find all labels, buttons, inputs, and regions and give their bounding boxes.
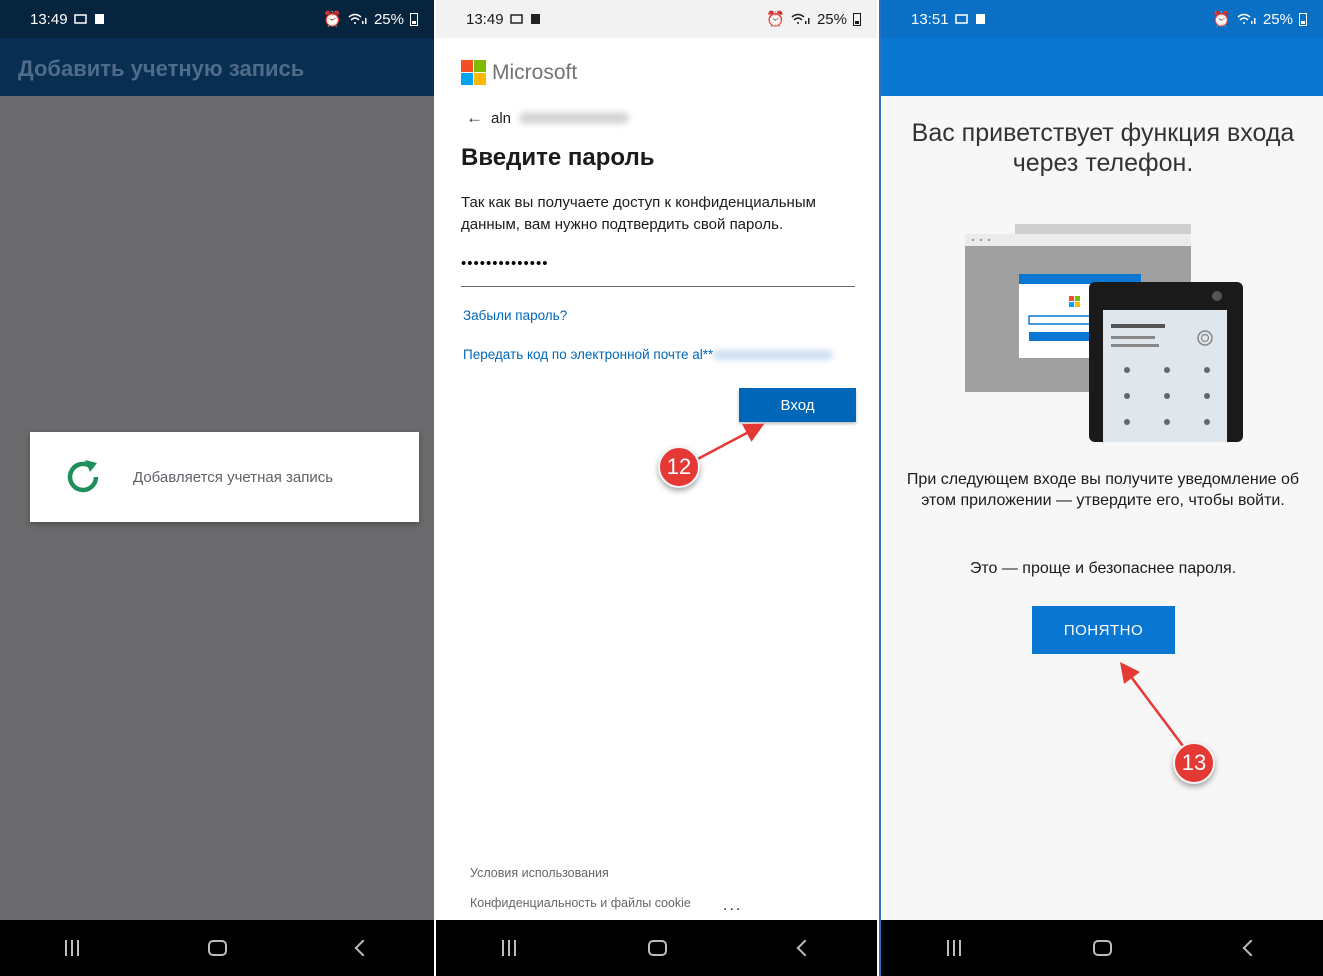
annotation-arrow bbox=[691, 423, 765, 464]
recent-apps-button[interactable] bbox=[64, 940, 79, 956]
terms-of-use-link[interactable]: Условия использования bbox=[470, 866, 609, 880]
battery-percent: 25% bbox=[373, 10, 404, 28]
device-icon bbox=[94, 14, 104, 24]
battery-icon bbox=[410, 12, 418, 26]
phone-screen-adding-account: 13:49 ⏰ 25% Добавить учетную запись Доба… bbox=[0, 0, 434, 976]
system-nav-bar bbox=[881, 920, 1323, 976]
more-options-button[interactable]: ... bbox=[723, 897, 742, 915]
privacy-cookies-link[interactable]: Конфиденциальность и файлы cookie bbox=[470, 896, 691, 910]
recent-apps-button[interactable] bbox=[947, 940, 962, 956]
step-callout-12: 12 bbox=[658, 446, 700, 488]
status-bar: 13:49 ⏰ 25% bbox=[0, 0, 434, 38]
screenshot-stage: 13:49 ⏰ 25% Добавить учетную запись Доба… bbox=[0, 0, 1323, 976]
progress-dialog-text: Добавляется учетная запись bbox=[133, 468, 334, 486]
home-button[interactable] bbox=[208, 940, 228, 956]
back-button[interactable] bbox=[1242, 939, 1260, 957]
back-button[interactable] bbox=[796, 939, 814, 957]
recent-apps-button[interactable] bbox=[502, 940, 516, 956]
progress-dialog: Добавляется учетная запись bbox=[30, 432, 419, 522]
status-time: 13:49 bbox=[30, 10, 68, 28]
system-nav-bar bbox=[0, 920, 434, 976]
system-nav-bar bbox=[436, 920, 877, 976]
notification-icon bbox=[73, 14, 87, 24]
wifi-signal-icon bbox=[348, 13, 367, 24]
refresh-spinner-icon bbox=[67, 460, 99, 493]
home-button[interactable] bbox=[648, 940, 667, 956]
phone-screen-enter-password: 13:49 ⏰ 25% Microsoft ← aln Введите паро… bbox=[436, 0, 877, 976]
step-callout-13: 13 bbox=[1173, 742, 1215, 784]
app-bar-title: Добавить учетную запись bbox=[0, 38, 434, 96]
annotation-arrow bbox=[1120, 662, 1184, 747]
home-button[interactable] bbox=[1093, 940, 1113, 956]
back-button[interactable] bbox=[354, 939, 372, 957]
phone-screen-phone-signin: 13:51 ⏰ 25% Вас приветствует функция вхо… bbox=[879, 0, 1323, 976]
alarm-icon: ⏰ bbox=[323, 11, 342, 28]
